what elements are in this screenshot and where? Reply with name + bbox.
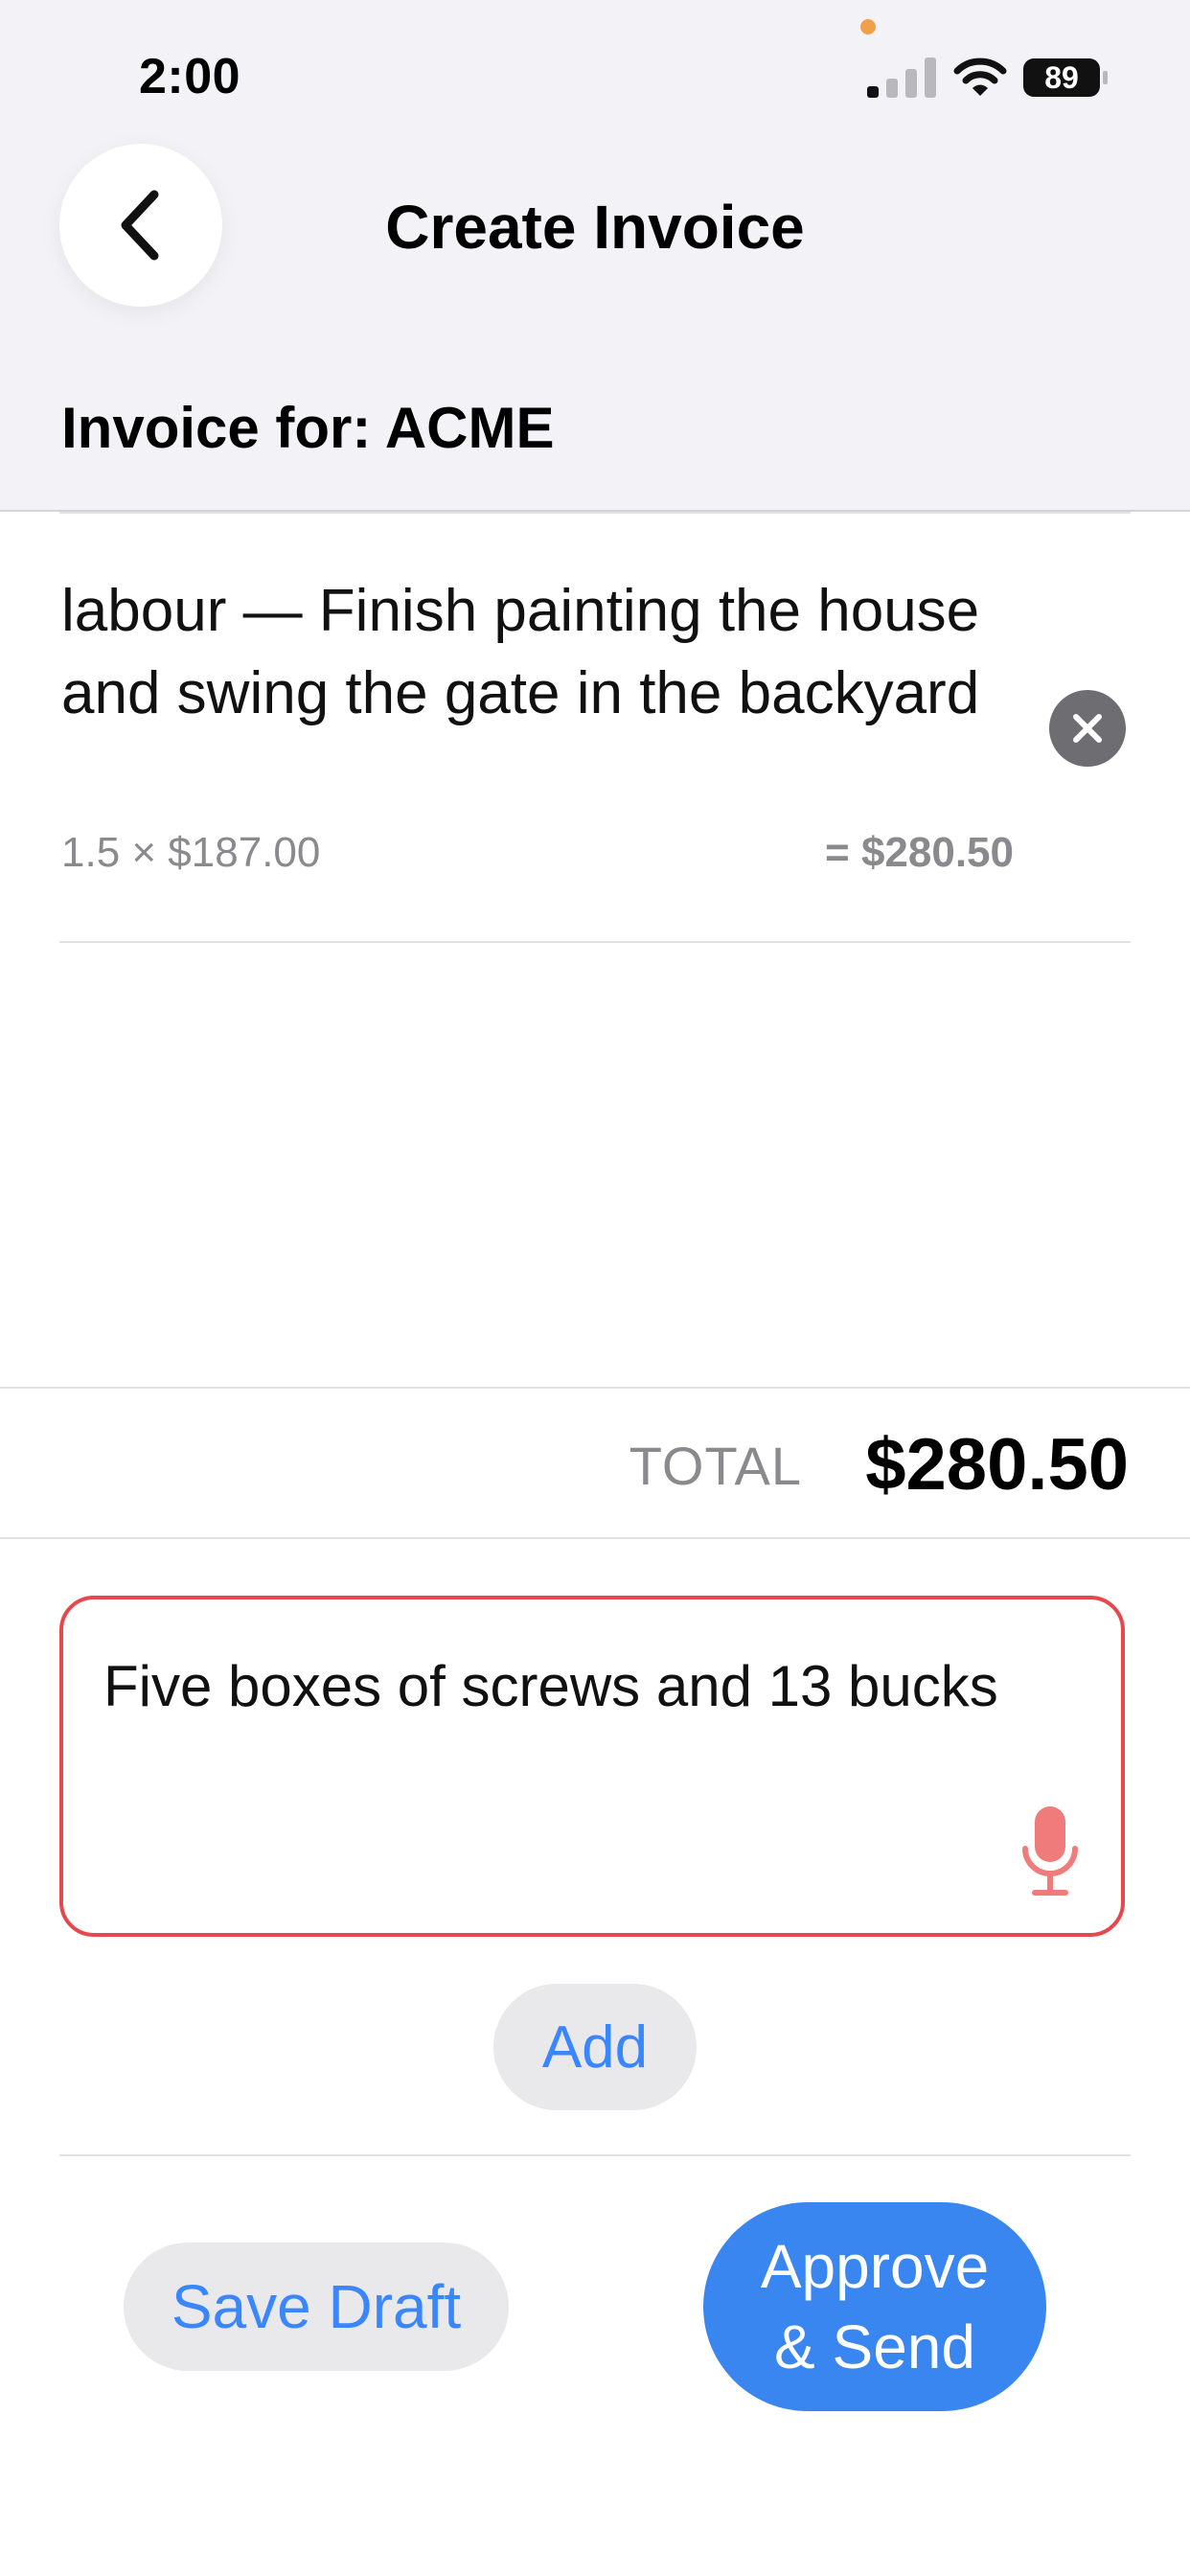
- signal-icon: [867, 58, 936, 98]
- total-bar: TOTAL $280.50: [0, 1387, 1190, 1539]
- line-item-total: = $280.50: [825, 829, 1014, 876]
- remove-line-item-button[interactable]: [1049, 690, 1126, 767]
- wifi-icon: [953, 58, 1007, 96]
- line-item-description: labour — Finish painting the house and s…: [61, 578, 980, 726]
- battery-level: 89: [1044, 59, 1079, 95]
- total-label: TOTAL: [629, 1436, 802, 1496]
- save-draft-button[interactable]: Save Draft: [124, 2242, 509, 2371]
- line-item-input-text[interactable]: Five boxes of screws and 13 bucks: [103, 1653, 1083, 1719]
- add-button[interactable]: Add: [493, 1984, 697, 2110]
- status-time: 2:00: [139, 49, 241, 104]
- page-title: Create Invoice: [385, 193, 805, 262]
- line-item-input[interactable]: Five boxes of screws and 13 bucks: [59, 1596, 1125, 1937]
- divider: [59, 2154, 1131, 2156]
- line-item: labour — Finish painting the house and s…: [61, 570, 1133, 944]
- close-icon: [1073, 714, 1102, 743]
- microphone-icon[interactable]: [1021, 1806, 1079, 1898]
- privacy-indicator-dot: [860, 19, 876, 34]
- invoice-client-label: Invoice for: ACME: [61, 396, 555, 460]
- divider: [59, 512, 1131, 514]
- line-item-quantity-price: 1.5 × $187.00: [61, 829, 321, 876]
- divider: [59, 941, 1131, 943]
- battery-icon: 89: [1023, 56, 1110, 100]
- approve-send-button[interactable]: Approve & Send: [703, 2202, 1046, 2411]
- total-value: $280.50: [865, 1424, 1129, 1506]
